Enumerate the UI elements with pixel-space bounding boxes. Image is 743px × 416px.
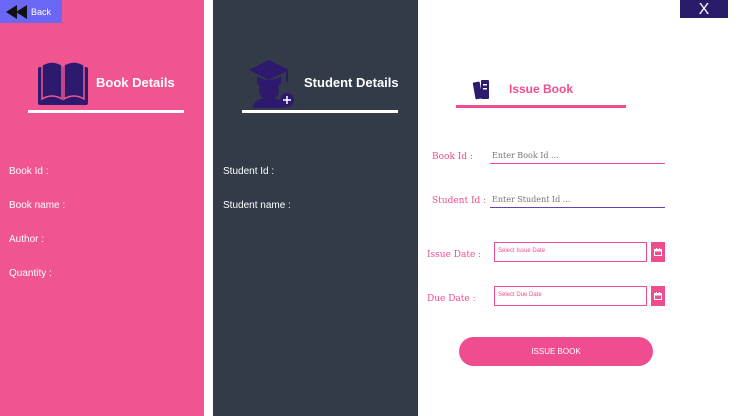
student-details-underline — [242, 110, 398, 113]
calendar-icon — [654, 292, 662, 300]
back-button[interactable]: Back — [0, 0, 62, 23]
book-id-input[interactable] — [490, 148, 664, 163]
student-id-label: Student Id : — [223, 166, 275, 177]
panel-divider — [204, 0, 213, 416]
book-id-underline — [490, 163, 665, 164]
author-label: Author : — [9, 234, 45, 245]
issue-student-id-label: Student Id : — [432, 196, 487, 206]
issue-date-input[interactable]: Select Issue Date — [494, 242, 647, 262]
student-name-label: Student name : — [223, 200, 291, 211]
issue-book-underline — [456, 105, 626, 108]
rewind-icon — [6, 4, 27, 19]
books-icon — [472, 80, 489, 100]
issue-book-id-label: Book Id : — [432, 152, 473, 162]
quantity-label: Quantity : — [9, 268, 52, 279]
due-date-input[interactable]: Select Due Date — [494, 286, 647, 306]
due-date-label: Due Date : — [427, 294, 476, 304]
book-name-label: Book name : — [9, 200, 66, 211]
graduate-icon — [249, 60, 294, 108]
student-id-input[interactable] — [490, 192, 664, 207]
issue-book-title: Issue Book — [509, 82, 574, 96]
book-id-label: Book Id : — [9, 166, 49, 177]
student-id-underline — [490, 207, 665, 208]
due-date-picker-button[interactable] — [651, 286, 665, 306]
book-details-title: Book Details — [96, 75, 175, 90]
student-details-title: Student Details — [304, 75, 399, 90]
back-label: Back — [31, 6, 52, 17]
issue-date-label: Issue Date : — [427, 250, 482, 260]
book-details-underline — [28, 110, 184, 113]
issue-date-picker-button[interactable] — [651, 242, 665, 262]
calendar-icon — [654, 248, 662, 256]
close-button[interactable]: X — [680, 0, 728, 18]
book-icon — [38, 61, 88, 105]
issue-book-button[interactable]: ISSUE BOOK — [459, 337, 653, 366]
